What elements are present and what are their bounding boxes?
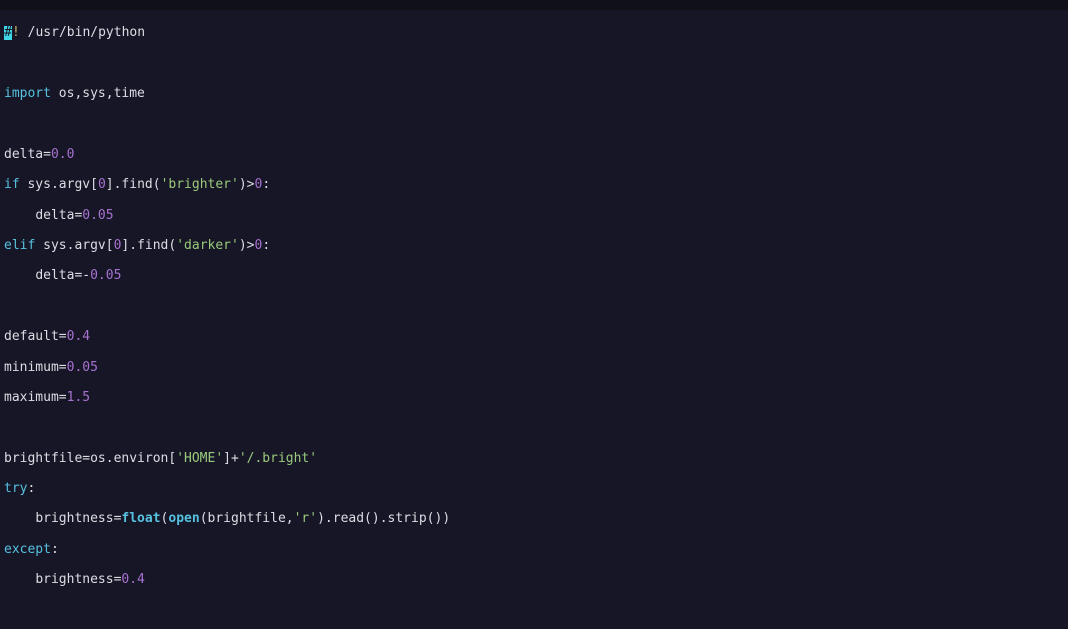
code-line: import os,sys,time bbox=[4, 86, 1064, 101]
code-line: elif sys.argv[0].find('darker')>0: bbox=[4, 238, 1064, 253]
code-line: try: bbox=[4, 481, 1064, 496]
code-line: delta=0.05 bbox=[4, 208, 1064, 223]
code-line: #! /usr/bin/python bbox=[4, 25, 1064, 40]
window-topbar bbox=[0, 0, 1068, 10]
code-line: brightness=float(open(brightfile,'r').re… bbox=[4, 511, 1064, 526]
code-line bbox=[4, 603, 1064, 618]
code-line: brightness=0.4 bbox=[4, 572, 1064, 587]
code-line: delta=0.0 bbox=[4, 147, 1064, 162]
code-line: brightfile=os.environ['HOME']+'/.bright' bbox=[4, 451, 1064, 466]
code-line: delta=-0.05 bbox=[4, 268, 1064, 283]
code-line: default=0.4 bbox=[4, 329, 1064, 344]
code-line bbox=[4, 116, 1064, 131]
code-editor[interactable]: #! /usr/bin/python import os,sys,time de… bbox=[0, 10, 1068, 629]
code-line bbox=[4, 56, 1064, 71]
code-line: except: bbox=[4, 542, 1064, 557]
code-line bbox=[4, 420, 1064, 435]
code-line: maximum=1.5 bbox=[4, 390, 1064, 405]
code-line: if sys.argv[0].find('brighter')>0: bbox=[4, 177, 1064, 192]
code-line bbox=[4, 299, 1064, 314]
code-line: minimum=0.05 bbox=[4, 360, 1064, 375]
cursor: # bbox=[4, 26, 12, 40]
